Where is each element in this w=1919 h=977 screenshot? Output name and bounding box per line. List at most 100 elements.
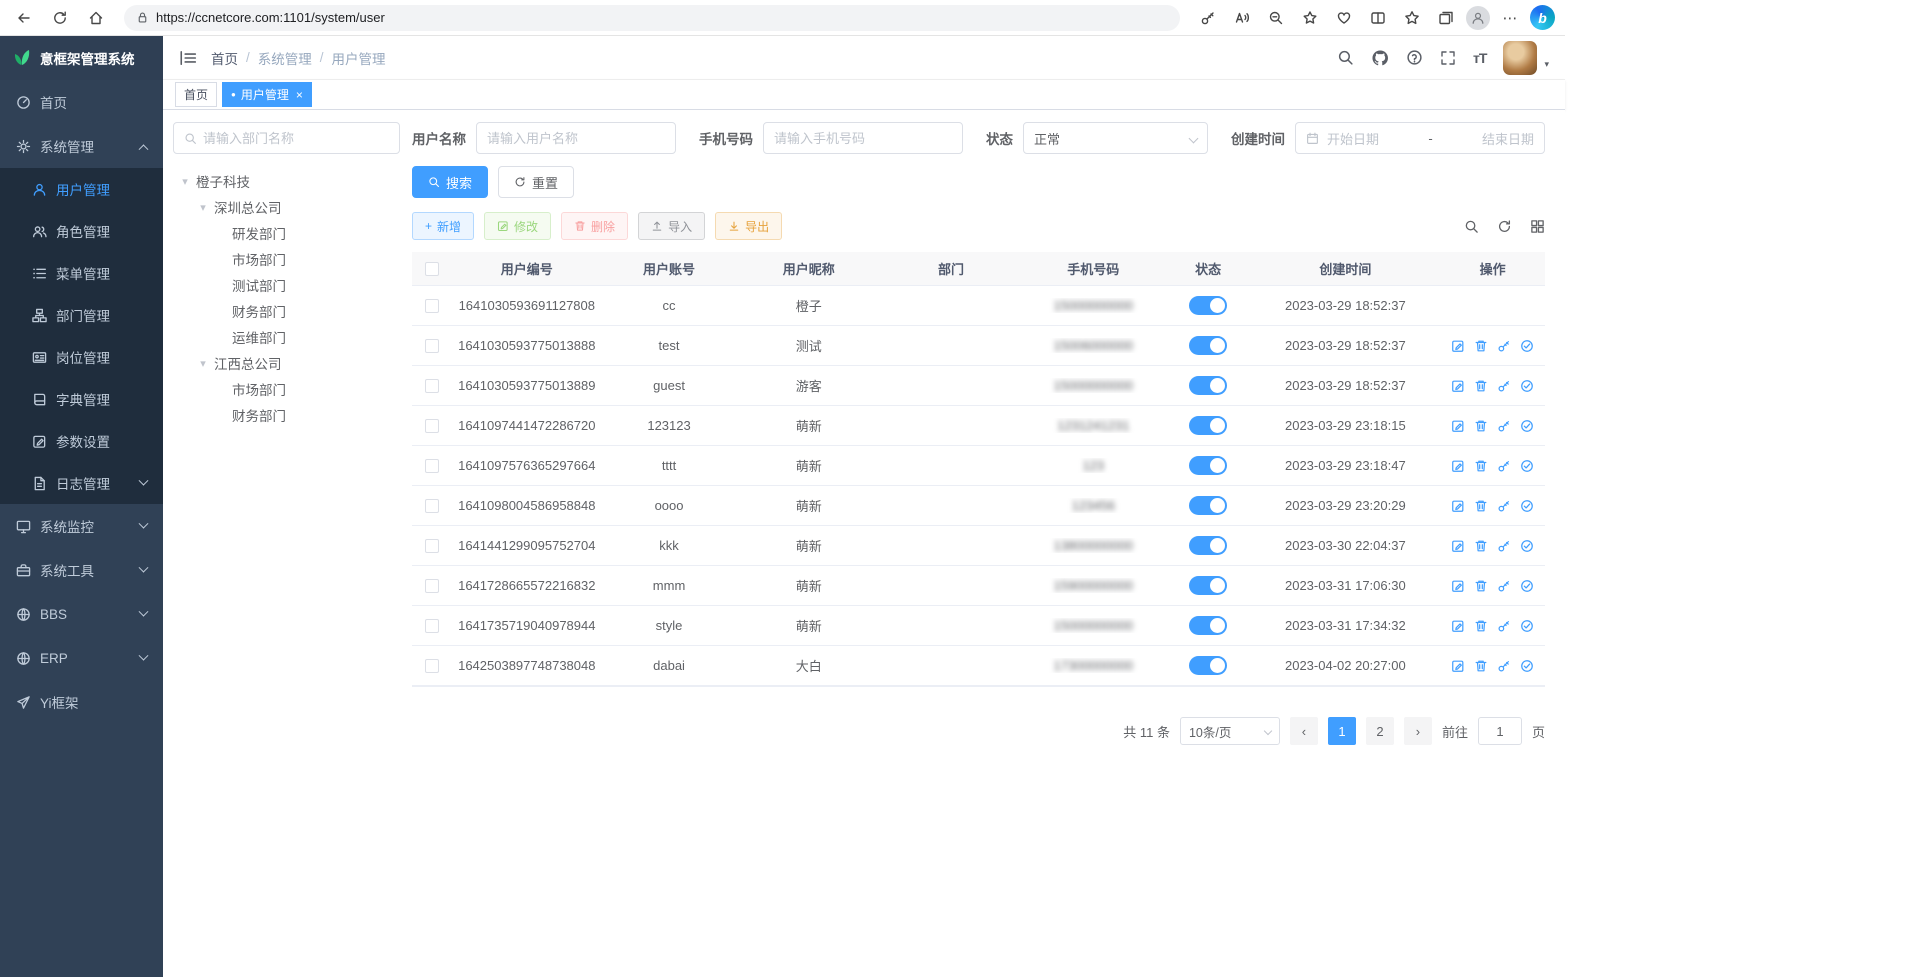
read-aloud-icon[interactable]	[1228, 4, 1256, 32]
edit-icon[interactable]	[1451, 459, 1465, 473]
sidebar-item-dict-mgmt[interactable]: 字典管理	[0, 378, 163, 420]
tree-node[interactable]: ▾ 江西总公司	[173, 350, 400, 376]
sidebar-item-post-mgmt[interactable]: 岗位管理	[0, 336, 163, 378]
edit-icon[interactable]	[1451, 659, 1465, 673]
sidebar-item-dept-mgmt[interactable]: 部门管理	[0, 294, 163, 336]
font-size-icon[interactable]: тT	[1473, 50, 1486, 66]
export-button[interactable]: 导出	[715, 212, 782, 240]
sidebar-item-user-mgmt[interactable]: 用户管理	[0, 168, 163, 210]
prev-page-button[interactable]: ‹	[1290, 717, 1318, 745]
browser-menu-icon[interactable]: ⋯	[1496, 4, 1524, 32]
sidebar-item-home[interactable]: 首页	[0, 80, 163, 124]
delete-icon[interactable]	[1474, 419, 1488, 433]
refresh-table-icon[interactable]	[1497, 219, 1512, 234]
page-button-2[interactable]: 2	[1366, 717, 1394, 745]
split-screen-icon[interactable]	[1364, 4, 1392, 32]
assign-role-check-icon[interactable]	[1520, 499, 1534, 513]
username-input[interactable]	[476, 122, 676, 154]
breadcrumb-item[interactable]: 首页	[211, 48, 238, 68]
tab-user-mgmt[interactable]: ● 用户管理 ×	[222, 82, 312, 107]
row-checkbox[interactable]	[425, 379, 439, 393]
sidebar-item-menu-mgmt[interactable]: 菜单管理	[0, 252, 163, 294]
reset-password-key-icon[interactable]	[1497, 619, 1511, 633]
edit-icon[interactable]	[1451, 499, 1465, 513]
search-icon[interactable]	[1337, 49, 1354, 66]
caret-down-icon[interactable]: ▾	[197, 357, 209, 370]
back-button[interactable]	[10, 4, 38, 32]
tree-node[interactable]: ▾ 市场部门	[173, 376, 400, 402]
sidebar-item-system[interactable]: 系统管理	[0, 124, 163, 168]
assign-role-check-icon[interactable]	[1520, 419, 1534, 433]
breadcrumb-item[interactable]: 系统管理	[258, 48, 312, 68]
reset-button[interactable]: 重置	[498, 166, 574, 198]
import-button[interactable]: 导入	[638, 212, 705, 240]
edit-icon[interactable]	[1451, 579, 1465, 593]
sidebar-item-erp[interactable]: ERP	[0, 636, 163, 680]
goto-page-input[interactable]	[1478, 717, 1522, 745]
delete-icon[interactable]	[1474, 659, 1488, 673]
row-checkbox[interactable]	[425, 459, 439, 473]
row-checkbox[interactable]	[425, 579, 439, 593]
add-button[interactable]: + 新增	[412, 212, 474, 240]
close-icon[interactable]: ×	[296, 88, 303, 102]
row-checkbox[interactable]	[425, 659, 439, 673]
assign-role-check-icon[interactable]	[1520, 579, 1534, 593]
favorites-add-icon[interactable]	[1296, 4, 1324, 32]
zoom-icon[interactable]	[1262, 4, 1290, 32]
edit-icon[interactable]	[1451, 419, 1465, 433]
collections-icon[interactable]	[1432, 4, 1460, 32]
reset-password-key-icon[interactable]	[1497, 459, 1511, 473]
select-all-checkbox[interactable]	[425, 262, 439, 276]
home-button[interactable]	[82, 4, 110, 32]
tree-node[interactable]: ▾ 财务部门	[173, 402, 400, 428]
reset-password-key-icon[interactable]	[1497, 659, 1511, 673]
delete-icon[interactable]	[1474, 379, 1488, 393]
page-size-select[interactable]: 10条/页	[1180, 717, 1280, 745]
row-checkbox[interactable]	[425, 499, 439, 513]
sidebar-item-params[interactable]: 参数设置	[0, 420, 163, 462]
columns-grid-icon[interactable]	[1530, 219, 1545, 234]
tree-node[interactable]: ▾ 测试部门	[173, 272, 400, 298]
delete-icon[interactable]	[1474, 619, 1488, 633]
status-toggle[interactable]	[1189, 416, 1227, 435]
tree-node[interactable]: ▾ 市场部门	[173, 246, 400, 272]
assign-role-check-icon[interactable]	[1520, 619, 1534, 633]
status-select[interactable]: 正常	[1023, 122, 1208, 154]
assign-role-check-icon[interactable]	[1520, 539, 1534, 553]
status-toggle[interactable]	[1189, 576, 1227, 595]
row-checkbox[interactable]	[425, 419, 439, 433]
date-range-picker[interactable]: 开始日期 - 结束日期	[1295, 122, 1545, 154]
sidebar-item-yi-framework[interactable]: Yi框架	[0, 680, 163, 724]
sidebar-item-tools[interactable]: 系统工具	[0, 548, 163, 592]
caret-down-icon[interactable]: ▾	[197, 201, 209, 214]
sidebar-item-role-mgmt[interactable]: 角色管理	[0, 210, 163, 252]
show-search-icon[interactable]	[1464, 219, 1479, 234]
phone-input[interactable]	[763, 122, 963, 154]
page-button-1[interactable]: 1	[1328, 717, 1356, 745]
github-icon[interactable]	[1371, 49, 1389, 67]
address-bar[interactable]: https://ccnetcore.com:1101/system/user	[124, 5, 1180, 31]
browser-profile-avatar[interactable]	[1466, 6, 1490, 30]
edit-icon[interactable]	[1451, 619, 1465, 633]
sidebar-item-logs[interactable]: 日志管理	[0, 462, 163, 504]
row-checkbox[interactable]	[425, 539, 439, 553]
status-toggle[interactable]	[1189, 536, 1227, 555]
assign-role-check-icon[interactable]	[1520, 379, 1534, 393]
sidebar-item-bbs[interactable]: BBS	[0, 592, 163, 636]
tab-home[interactable]: 首页	[175, 82, 217, 107]
delete-icon[interactable]	[1474, 499, 1488, 513]
status-toggle[interactable]	[1189, 336, 1227, 355]
assign-role-check-icon[interactable]	[1520, 339, 1534, 353]
tree-node[interactable]: ▾ 运维部门	[173, 324, 400, 350]
status-toggle[interactable]	[1189, 456, 1227, 475]
edit-icon[interactable]	[1451, 379, 1465, 393]
caret-down-icon[interactable]: ▾	[179, 175, 191, 188]
status-toggle[interactable]	[1189, 376, 1227, 395]
search-button[interactable]: 搜索	[412, 166, 488, 198]
delete-icon[interactable]	[1474, 539, 1488, 553]
assign-role-check-icon[interactable]	[1520, 459, 1534, 473]
sidebar-item-monitor[interactable]: 系统监控	[0, 504, 163, 548]
dept-search-input[interactable]	[203, 131, 389, 146]
edit-button[interactable]: 修改	[484, 212, 551, 240]
user-avatar[interactable]	[1503, 41, 1537, 75]
